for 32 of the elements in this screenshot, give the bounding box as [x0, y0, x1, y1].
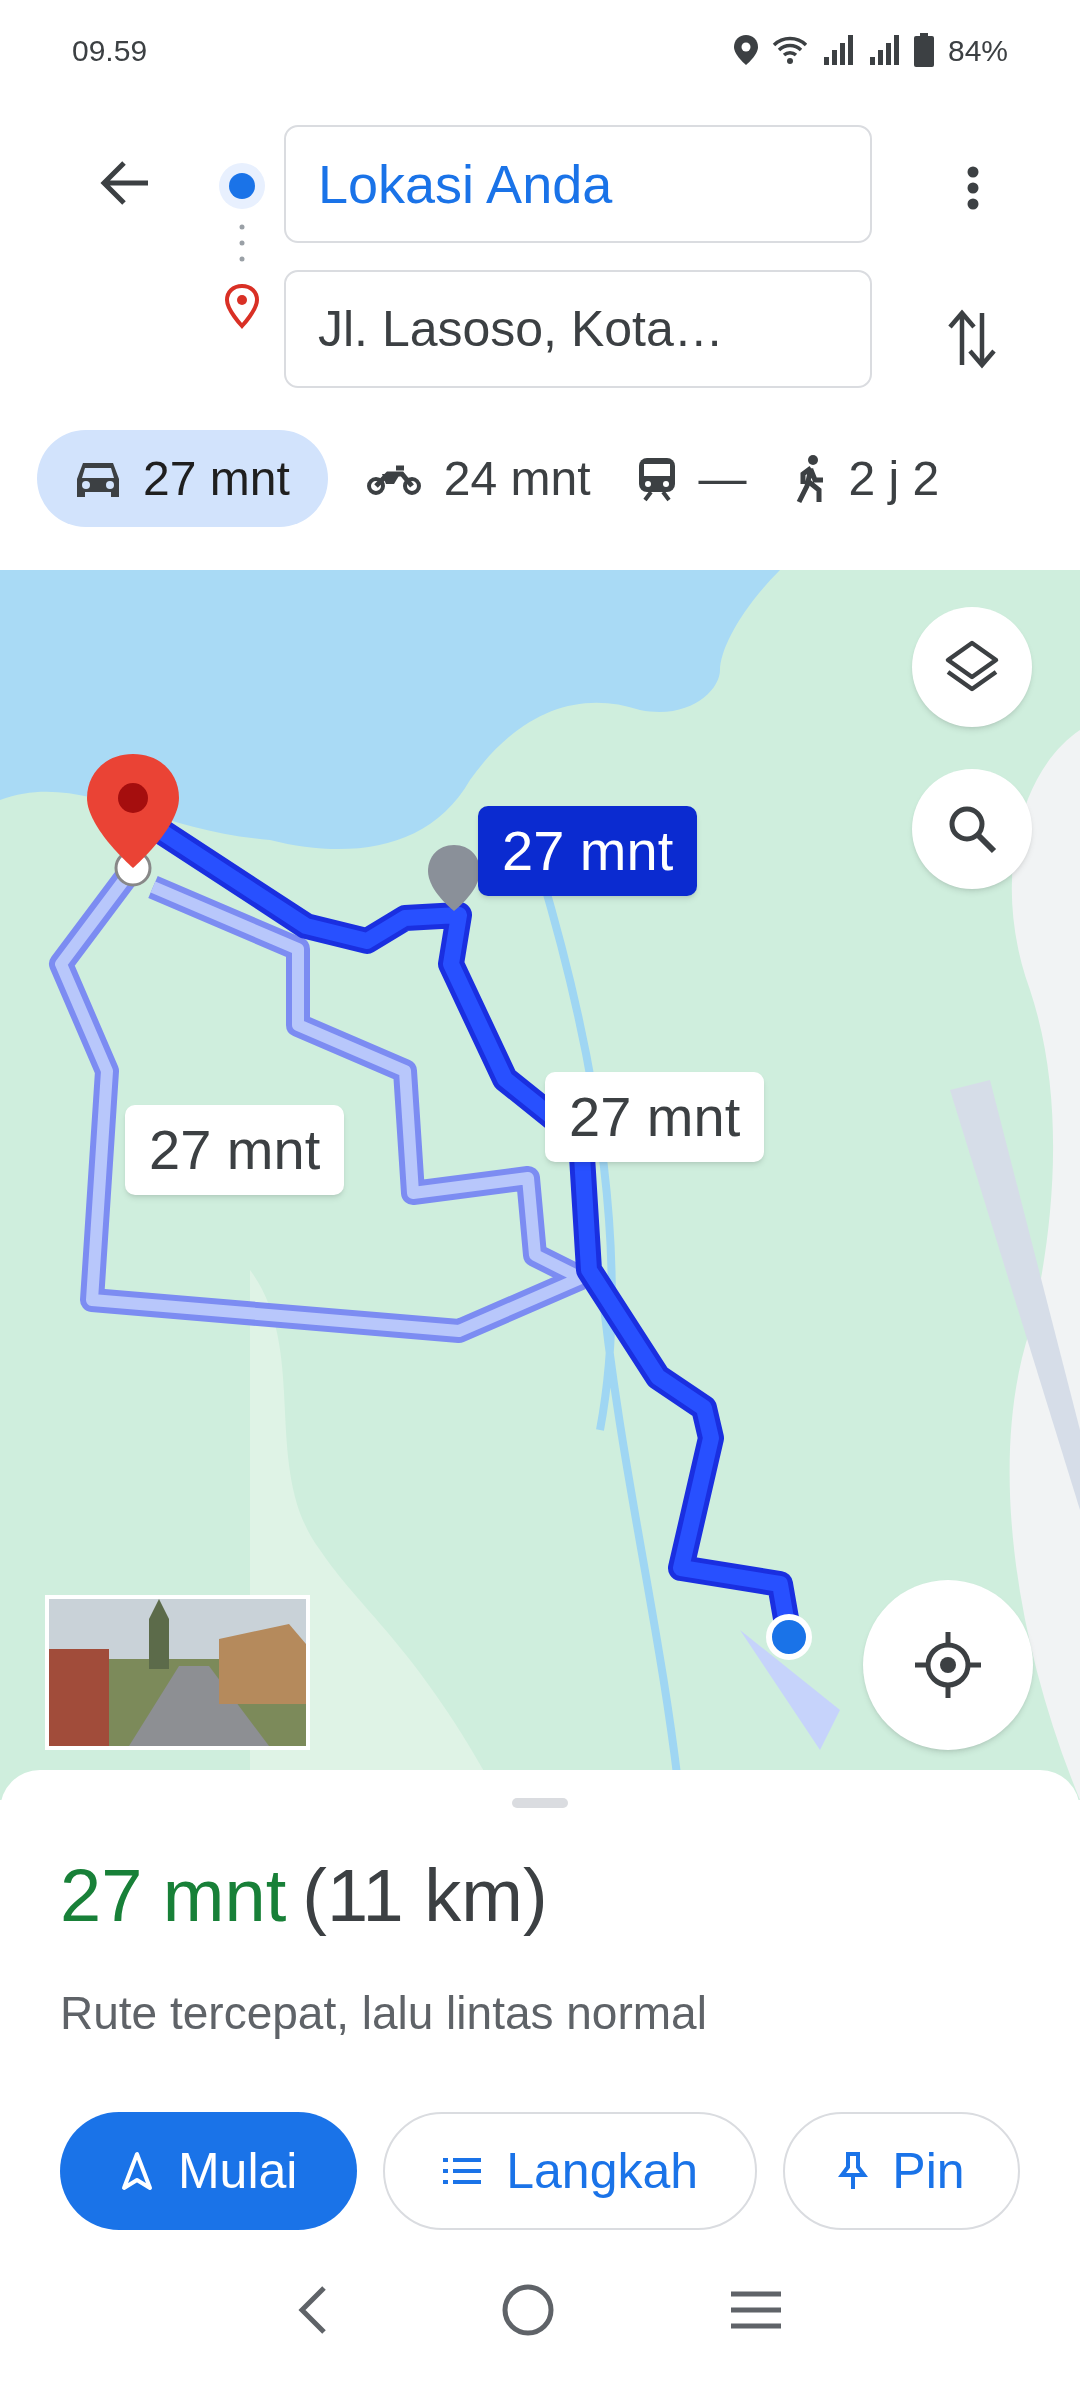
route-description: Rute tercepat, lalu lintas normal — [60, 1986, 708, 2041]
distance-text: (11 km) — [302, 1853, 548, 1939]
signal-icon — [821, 35, 854, 65]
list-icon — [442, 2156, 483, 2186]
train-icon — [636, 455, 677, 502]
steps-button[interactable]: Langkah — [383, 2112, 757, 2230]
origin-field[interactable]: Lokasi Anda — [284, 125, 872, 243]
location-status-icon — [733, 35, 758, 65]
back-icon[interactable] — [100, 160, 150, 206]
status-time: 09.59 — [72, 32, 148, 69]
travel-mode-tab[interactable]: — — [628, 430, 755, 527]
duration-text: 27 mnt — [60, 1853, 287, 1939]
battery-icon — [913, 33, 934, 67]
origin-dot-icon — [217, 161, 267, 211]
nav-recents-icon[interactable] — [729, 2290, 783, 2330]
signal-icon — [867, 35, 900, 65]
destination-field[interactable]: Jl. Lasoso, Kota… — [284, 270, 872, 388]
battery-level: 84% — [947, 32, 1008, 69]
more-options-icon[interactable] — [966, 165, 980, 211]
start-button[interactable]: Mulai — [60, 2112, 358, 2230]
travel-mode-tab[interactable]: 27 mnt — [37, 430, 328, 527]
travel-mode-tab[interactable]: 2 j 2 — [784, 430, 948, 527]
drag-handle[interactable] — [512, 1798, 568, 1808]
navigation-arrow-icon — [119, 2151, 154, 2191]
wifi-icon — [771, 36, 808, 64]
swap-icon[interactable] — [948, 309, 996, 369]
destination-pin-icon — [224, 283, 260, 329]
travel-mode-tab[interactable]: 24 mnt — [357, 430, 599, 527]
pushpin-icon — [838, 2151, 869, 2191]
nav-back-icon[interactable] — [297, 2285, 327, 2335]
pin-button[interactable]: Pin — [782, 2112, 1020, 2230]
nav-home-icon[interactable] — [501, 2283, 555, 2337]
